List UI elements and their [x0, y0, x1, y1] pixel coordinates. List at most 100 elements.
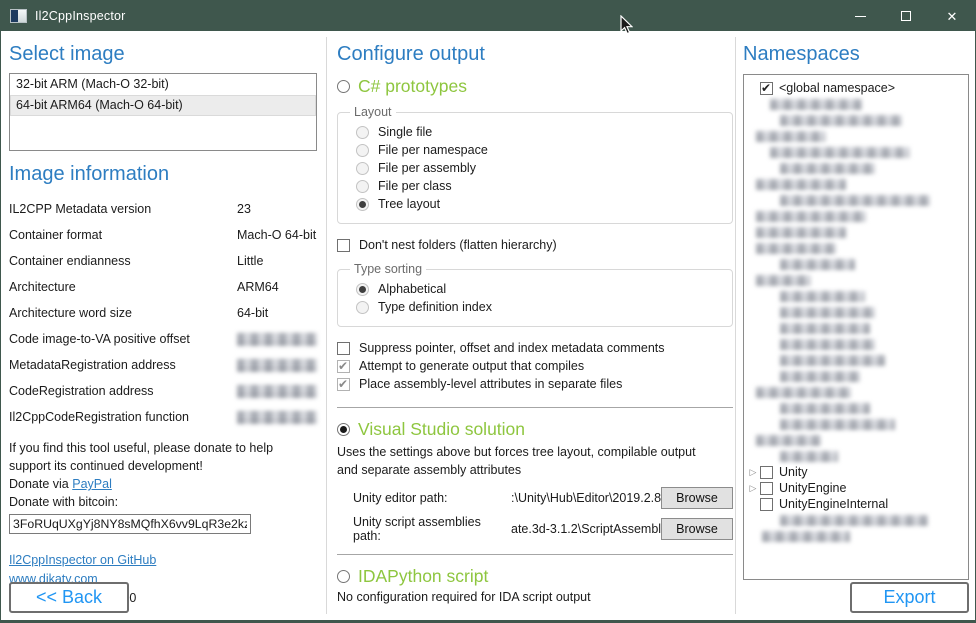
namespace-item-redacted[interactable]	[746, 512, 966, 528]
column-divider-left	[326, 37, 327, 614]
namespaces-tree[interactable]: <global namespace> ▷Unity▷UnityEngineUnit…	[743, 74, 969, 580]
namespace-checkbox[interactable]	[760, 498, 773, 511]
namespace-item-redacted[interactable]	[746, 400, 966, 416]
maximize-button[interactable]	[883, 1, 929, 31]
type-sorting-group-label: Type sorting	[350, 262, 426, 276]
checkbox-icon	[337, 360, 350, 373]
layout-option-label: Single file	[378, 125, 432, 139]
layout-option[interactable]: File per class	[356, 177, 722, 195]
namespace-item-redacted[interactable]	[746, 256, 966, 272]
expander-icon[interactable]: ▷	[746, 481, 760, 495]
path-field-value: :\Unity\Hub\Editor\2019.2.8f1	[511, 491, 661, 505]
namespace-checkbox[interactable]	[760, 466, 773, 479]
info-row: IL2CPP Metadata version23	[9, 196, 317, 222]
select-image-panel: Select image 32-bit ARM (Mach-O 32-bit)6…	[9, 31, 317, 620]
expander-icon[interactable]: ▷	[746, 465, 760, 479]
info-row: MetadataRegistration address	[9, 352, 317, 378]
redacted-namespace	[780, 195, 930, 206]
info-value: Mach-O 64-bit	[237, 228, 316, 242]
flatten-hierarchy-checkbox[interactable]: Don't nest folders (flatten hierarchy)	[337, 236, 733, 254]
browse-button[interactable]: Browse	[661, 487, 733, 509]
redacted-namespace	[756, 179, 846, 190]
type-sorting-option-label: Type definition index	[378, 300, 492, 314]
layout-group-label: Layout	[350, 105, 396, 119]
back-button[interactable]: << Back	[9, 582, 129, 613]
client-area: Select image 32-bit ARM (Mach-O 32-bit)6…	[1, 31, 975, 620]
redacted-namespace	[780, 403, 870, 414]
image-information-heading: Image information	[9, 163, 317, 186]
type-sorting-option[interactable]: Alphabetical	[356, 280, 722, 298]
type-sorting-option[interactable]: Type definition index	[356, 298, 722, 316]
separator	[337, 407, 733, 408]
redacted-value	[237, 359, 317, 372]
info-row: Architecture word size64-bit	[9, 300, 317, 326]
idapython-script-radio[interactable]: IDAPython script	[337, 566, 733, 587]
namespace-item-redacted[interactable]	[746, 112, 966, 128]
minimize-button[interactable]	[837, 1, 883, 31]
bitcoin-address-input[interactable]	[9, 514, 251, 534]
layout-option[interactable]: Tree layout	[356, 195, 722, 213]
redacted-namespace	[780, 323, 870, 334]
namespace-item[interactable]: <global namespace>	[746, 80, 966, 96]
redacted-namespace	[780, 419, 895, 430]
path-field-label: Unity script assemblies path:	[353, 515, 511, 543]
namespace-item-redacted[interactable]	[746, 272, 966, 288]
output-option-checkbox[interactable]: Attempt to generate output that compiles	[337, 357, 733, 375]
info-row: Il2CppCodeRegistration function	[9, 404, 317, 430]
namespace-item-redacted[interactable]	[746, 128, 966, 144]
namespace-item[interactable]: UnityEngineInternal	[746, 496, 966, 512]
namespace-item-redacted[interactable]	[746, 368, 966, 384]
namespace-item-redacted[interactable]	[746, 448, 966, 464]
namespace-item-redacted[interactable]	[746, 384, 966, 400]
namespace-item-redacted[interactable]	[746, 320, 966, 336]
info-label: Architecture	[9, 280, 237, 294]
namespace-item-redacted[interactable]	[746, 304, 966, 320]
namespace-item-redacted[interactable]	[746, 224, 966, 240]
namespace-item-redacted[interactable]	[746, 336, 966, 352]
namespace-item-redacted[interactable]	[746, 160, 966, 176]
export-button[interactable]: Export	[850, 582, 969, 613]
namespace-item-redacted[interactable]	[746, 208, 966, 224]
layout-option[interactable]: File per assembly	[356, 159, 722, 177]
separator	[337, 554, 733, 555]
namespace-label: <global namespace>	[779, 81, 895, 95]
namespace-checkbox[interactable]	[760, 482, 773, 495]
namespace-checkbox[interactable]	[760, 82, 773, 95]
namespace-item-redacted[interactable]	[746, 96, 966, 112]
namespace-item-redacted[interactable]	[746, 528, 966, 544]
namespace-item-redacted[interactable]	[746, 176, 966, 192]
info-value: ARM64	[237, 280, 279, 294]
visual-studio-solution-radio[interactable]: Visual Studio solution	[337, 419, 733, 440]
bitcoin-label: Donate with bitcoin:	[9, 493, 317, 511]
namespace-item-redacted[interactable]	[746, 144, 966, 160]
redacted-namespace	[770, 99, 862, 110]
paypal-link[interactable]: PayPal	[72, 477, 112, 491]
github-link[interactable]: Il2CppInspector on GitHub	[9, 553, 156, 567]
redacted-namespace	[780, 259, 855, 270]
layout-option[interactable]: File per namespace	[356, 141, 722, 159]
namespace-item-redacted[interactable]	[746, 240, 966, 256]
path-field-value: ate.3d-3.1.2\ScriptAssemblies	[511, 522, 661, 536]
namespace-item-redacted[interactable]	[746, 288, 966, 304]
info-row: Container formatMach-O 64-bit	[9, 222, 317, 248]
namespace-item-redacted[interactable]	[746, 192, 966, 208]
info-label: IL2CPP Metadata version	[9, 202, 237, 216]
image-list-item[interactable]: 64-bit ARM64 (Mach-O 64-bit)	[10, 95, 316, 116]
browse-button[interactable]: Browse	[661, 518, 733, 540]
image-list-item[interactable]: 32-bit ARM (Mach-O 32-bit)	[10, 74, 316, 95]
namespace-item[interactable]: ▷UnityEngine	[746, 480, 966, 496]
namespace-item-redacted[interactable]	[746, 416, 966, 432]
output-option-checkbox[interactable]: Suppress pointer, offset and index metad…	[337, 339, 733, 357]
namespace-item-redacted[interactable]	[746, 352, 966, 368]
redacted-value	[237, 385, 317, 398]
idapython-description: No configuration required for IDA script…	[337, 590, 733, 604]
output-option-checkbox[interactable]: Place assembly-level attributes in separ…	[337, 375, 733, 393]
namespace-item[interactable]: ▷Unity	[746, 464, 966, 480]
namespace-item-redacted[interactable]	[746, 432, 966, 448]
layout-option[interactable]: Single file	[356, 123, 722, 141]
close-button[interactable]: ✕	[929, 1, 975, 31]
redacted-namespace	[756, 211, 866, 222]
image-listbox[interactable]: 32-bit ARM (Mach-O 32-bit)64-bit ARM64 (…	[9, 73, 317, 151]
info-row: Container endiannessLittle	[9, 248, 317, 274]
csharp-prototypes-radio[interactable]: C# prototypes	[337, 76, 733, 97]
